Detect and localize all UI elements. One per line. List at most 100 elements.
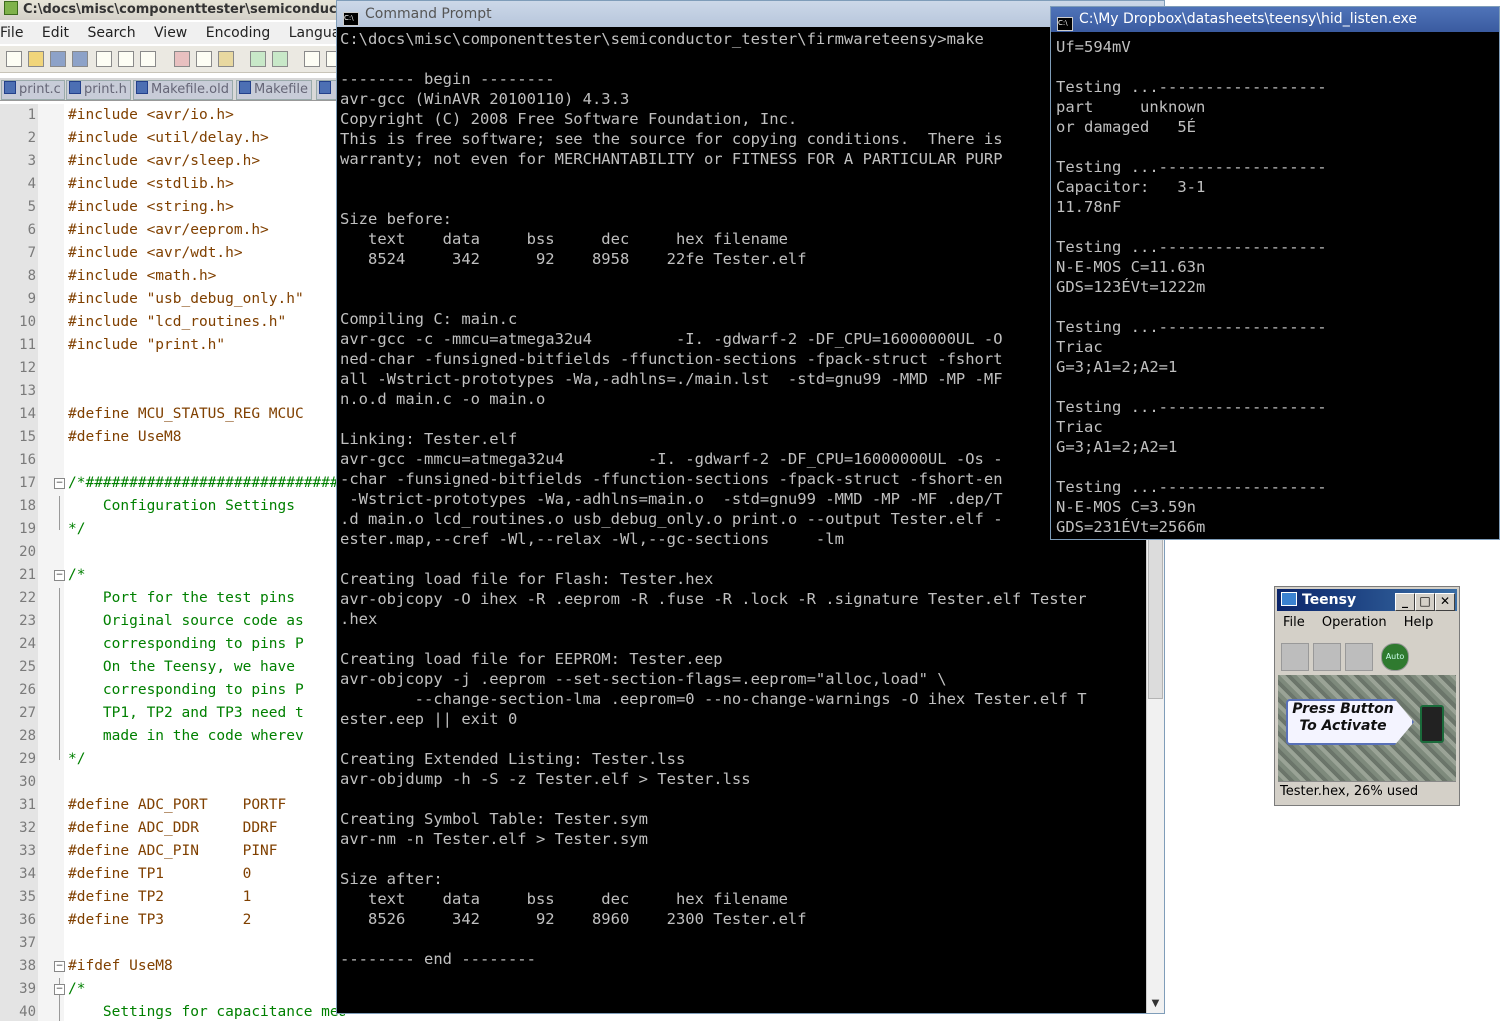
code-line[interactable]: 9 #include "usb_debug_only.h" — [0, 288, 345, 311]
open-file-icon[interactable] — [28, 51, 44, 67]
editor-title-bar[interactable]: C:\docs\misc\componenttester\semiconduct — [0, 0, 345, 20]
code-line[interactable]: 22 Port for the test pins — [0, 587, 345, 610]
code-line[interactable]: 35 #define TP2 1 — [0, 886, 345, 909]
auto-mode-icon[interactable]: Auto — [1381, 643, 1409, 671]
teensy-menu-operation[interactable]: Operation — [1322, 615, 1387, 630]
line-number: 34 — [19, 866, 36, 882]
code-line[interactable]: 31 #define ADC_PORT PORTF — [0, 794, 345, 817]
close-file-icon[interactable] — [96, 51, 112, 67]
new-file-icon[interactable] — [6, 51, 22, 67]
code-line[interactable]: 15 #define UseM8 — [0, 426, 345, 449]
code-line[interactable]: 37 — [0, 932, 345, 955]
fold-toggle-icon[interactable]: − — [54, 984, 65, 995]
code-line[interactable]: 4 #include <stdlib.h> — [0, 173, 345, 196]
menu-edit[interactable]: Edit — [42, 25, 69, 41]
menu-view[interactable]: View — [154, 25, 187, 41]
code-text: #define ADC_PORT PORTF — [68, 797, 287, 813]
code-line[interactable]: 39 /* — [0, 978, 345, 1001]
scroll-down-icon[interactable]: ▼ — [1147, 995, 1164, 1013]
code-line[interactable]: 32 #define ADC_DDR DDRF — [0, 817, 345, 840]
cut-icon[interactable] — [174, 51, 190, 67]
minimize-button[interactable]: _ — [1395, 593, 1415, 611]
console-line: .d main.o lcd_routines.o usb_debug_only.… — [340, 510, 1003, 528]
menu-file[interactable]: File — [0, 25, 23, 41]
code-line[interactable]: 8 #include <math.h> — [0, 265, 345, 288]
code-line[interactable]: 23 Original source code as — [0, 610, 345, 633]
code-line[interactable]: 40 Settings for capacitance measurement … — [0, 1001, 345, 1021]
hid-title-bar[interactable]: C:\ C:\My Dropbox\datasheets\teensy\hid_l… — [1051, 7, 1499, 32]
teensy-button-icon — [1420, 705, 1444, 743]
file-icon — [239, 81, 251, 94]
tab-print-c[interactable]: print.c — [1, 80, 65, 100]
close-all-icon[interactable] — [118, 51, 134, 67]
code-line[interactable]: 16 — [0, 449, 345, 472]
teensy-menu-help[interactable]: Help — [1404, 615, 1434, 630]
teensy-title-bar[interactable]: Teensy _ □ ✕ — [1277, 589, 1457, 611]
paste-icon[interactable] — [218, 51, 234, 67]
cmd-title-bar[interactable]: C:\ Command Prompt — [337, 1, 1164, 27]
cmd-output[interactable]: C:\docs\misc\componenttester\semiconduct… — [340, 29, 1087, 969]
code-line[interactable]: 11 #include "print.h" — [0, 334, 345, 357]
code-line[interactable]: 3 #include <avr/sleep.h> — [0, 150, 345, 173]
console-line: Size before: — [340, 210, 452, 228]
reboot-icon[interactable] — [1345, 643, 1373, 671]
code-line[interactable]: 7 #include <avr/wdt.h> — [0, 242, 345, 265]
menu-encoding[interactable]: Encoding — [206, 25, 271, 41]
code-line[interactable]: 1 #include <avr/io.h> — [0, 104, 345, 127]
tab-makefile[interactable]: Makefile — [236, 80, 313, 100]
line-number: 11 — [19, 337, 36, 353]
code-line[interactable]: 24 corresponding to pins P — [0, 633, 345, 656]
console-line: G=3;A1=2;A2=1 — [1056, 438, 1178, 456]
code-line[interactable]: 12 — [0, 357, 345, 380]
line-number: 13 — [19, 383, 36, 399]
console-line: avr-nm -n Tester.elf > Tester.sym — [340, 830, 648, 848]
maximize-button[interactable]: □ — [1415, 593, 1435, 611]
code-line[interactable]: 19 */ — [0, 518, 345, 541]
code-line[interactable]: 33 #define ADC_PIN PINF — [0, 840, 345, 863]
code-line[interactable]: 21 /* — [0, 564, 345, 587]
code-line[interactable]: 13 — [0, 380, 345, 403]
code-line[interactable]: 6 #include <avr/eeprom.h> — [0, 219, 345, 242]
code-line[interactable]: 17 /*############################### — [0, 472, 345, 495]
tab-print-h[interactable]: print.h — [66, 80, 131, 100]
open-hex-icon[interactable] — [1281, 643, 1309, 671]
fold-toggle-icon[interactable]: − — [54, 570, 65, 581]
code-line[interactable]: 5 #include <string.h> — [0, 196, 345, 219]
print-icon[interactable] — [140, 51, 156, 67]
code-line[interactable]: 34 #define TP1 0 — [0, 863, 345, 886]
find-icon[interactable] — [304, 51, 320, 67]
teensy-menu-file[interactable]: File — [1283, 615, 1305, 630]
console-line: text data bss dec hex filename — [340, 230, 788, 248]
code-line[interactable]: 26 corresponding to pins P — [0, 679, 345, 702]
code-line[interactable]: 20 — [0, 541, 345, 564]
redo-icon[interactable] — [272, 51, 288, 67]
code-line[interactable]: 18 Configuration Settings — [0, 495, 345, 518]
code-text: #include <avr/eeprom.h> — [68, 222, 269, 238]
code-line[interactable]: 28 made in the code wherev — [0, 725, 345, 748]
hid-output[interactable]: Uf=594mV Testing ...------------------ par… — [1056, 37, 1327, 537]
code-text: corresponding to pins P — [68, 682, 304, 698]
close-button[interactable]: ✕ — [1435, 593, 1455, 611]
save-icon[interactable] — [50, 51, 66, 67]
undo-icon[interactable] — [250, 51, 266, 67]
code-line[interactable]: 27 TP1, TP2 and TP3 need t — [0, 702, 345, 725]
code-line[interactable]: 29 */ — [0, 748, 345, 771]
code-line[interactable]: 14 #define MCU_STATUS_REG MCUC — [0, 403, 345, 426]
menu-search[interactable]: Search — [87, 25, 135, 41]
code-line[interactable]: 38 #ifdef UseM8 — [0, 955, 345, 978]
tab-makefile-old[interactable]: Makefile.old — [133, 80, 233, 100]
copy-icon[interactable] — [196, 51, 212, 67]
code-line[interactable]: 25 On the Teensy, we have — [0, 656, 345, 679]
code-line[interactable]: 30 — [0, 771, 345, 794]
fold-toggle-icon[interactable]: − — [54, 961, 65, 972]
fold-toggle-icon[interactable]: − — [54, 478, 65, 489]
save-all-icon[interactable] — [72, 51, 88, 67]
line-number: 30 — [19, 774, 36, 790]
code-line[interactable]: 10 #include "lcd_routines.h" — [0, 311, 345, 334]
code-line[interactable]: 36 #define TP3 2 — [0, 909, 345, 932]
code-line[interactable]: 2 #include <util/delay.h> — [0, 127, 345, 150]
program-icon[interactable] — [1313, 643, 1341, 671]
